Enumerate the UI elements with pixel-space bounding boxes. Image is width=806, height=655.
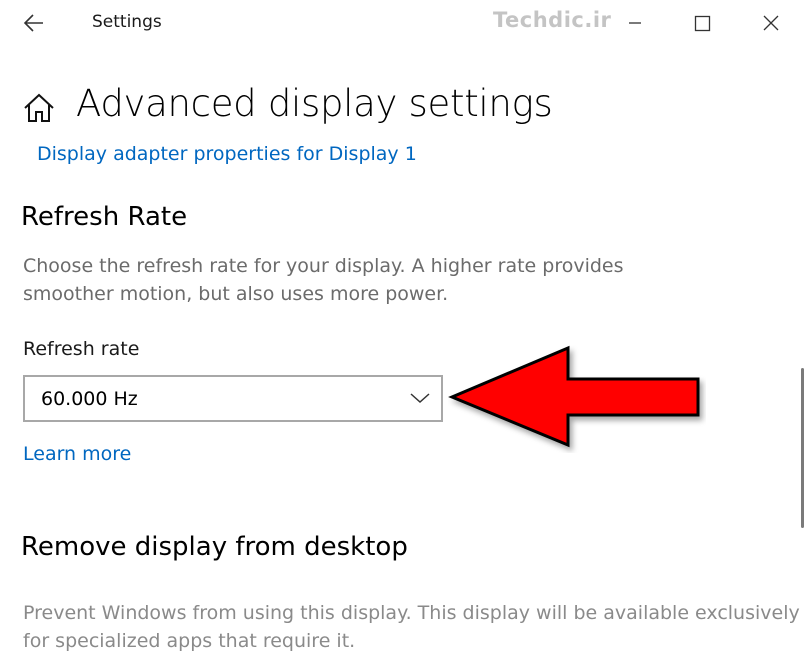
chevron-down-icon bbox=[410, 393, 430, 404]
display-adapter-properties-link[interactable]: Display adapter properties for Display 1 bbox=[37, 143, 417, 165]
home-icon bbox=[23, 93, 55, 123]
refresh-rate-value: 60.000 Hz bbox=[41, 388, 138, 410]
close-icon bbox=[763, 15, 779, 31]
maximize-icon bbox=[694, 15, 711, 32]
app-title: Settings bbox=[92, 12, 162, 32]
watermark: Techdic.ir bbox=[493, 8, 612, 32]
refresh-rate-dropdown[interactable]: 60.000 Hz bbox=[23, 375, 443, 422]
remove-display-description: Prevent Windows from using this display.… bbox=[23, 602, 800, 652]
refresh-rate-label: Refresh rate bbox=[23, 338, 140, 360]
minimize-icon bbox=[629, 22, 641, 24]
page-title: Advanced display settings bbox=[76, 82, 553, 125]
minimize-button[interactable] bbox=[620, 8, 650, 38]
back-arrow-icon bbox=[23, 14, 43, 32]
red-arrow-annotation bbox=[448, 345, 700, 448]
scrollbar-thumb[interactable] bbox=[801, 368, 804, 528]
remove-display-heading: Remove display from desktop bbox=[21, 532, 408, 562]
learn-more-link[interactable]: Learn more bbox=[23, 443, 131, 465]
refresh-rate-description: Choose the refresh rate for your display… bbox=[23, 255, 624, 305]
close-button[interactable] bbox=[756, 8, 786, 38]
back-button[interactable] bbox=[22, 10, 48, 36]
maximize-button[interactable] bbox=[687, 8, 717, 38]
refresh-rate-heading: Refresh Rate bbox=[21, 202, 188, 232]
